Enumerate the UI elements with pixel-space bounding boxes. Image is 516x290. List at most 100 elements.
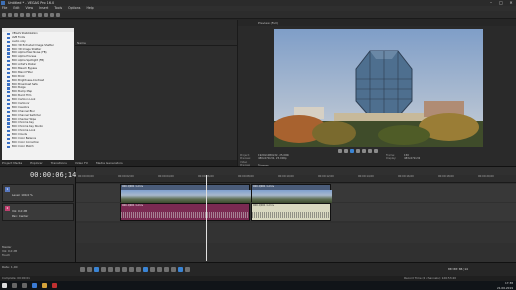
preview-quality-select[interactable]: Preview (Full) (258, 20, 278, 26)
loop-icon[interactable] (338, 149, 342, 153)
ruler-tick-label: 00:00:18;00 (438, 175, 454, 178)
play-icon[interactable] (94, 267, 99, 272)
fx-tree-item-label: BCC Alpha Process (12, 55, 37, 59)
play-from-start-icon[interactable] (344, 149, 348, 153)
ruler-tick-label: 00:00:12;00 (318, 175, 334, 178)
fx-plugin-icon (7, 48, 10, 51)
vegas-window: Untitled * - VEGAS Pro 16.0 – □ ✕ File E… (0, 0, 516, 290)
audio-clip-selected[interactable]: 000-Q001 1.mov (251, 203, 331, 221)
file-explorer-icon[interactable] (42, 283, 47, 288)
split-icon[interactable] (164, 267, 169, 272)
go-end-icon[interactable] (122, 267, 127, 272)
new-icon[interactable] (2, 13, 6, 17)
next-frame-icon[interactable] (136, 267, 141, 272)
main-toolbar (0, 11, 516, 19)
video-preview-panel: Preview (Full) Project: 1920x1080x32, 25… (237, 20, 516, 167)
vegas-taskbar-icon[interactable] (52, 283, 57, 288)
time-ruler[interactable]: 00:00:00;00 00:00:02;00 00:00:04;00 00:00:0… (76, 175, 516, 183)
play-icon[interactable] (350, 149, 354, 153)
fx-plugin-icon (7, 71, 10, 74)
fx-plugin-icon (7, 79, 10, 82)
trim-icon[interactable] (171, 267, 176, 272)
transport-bar: Rate: 1,00 00:00:06;14 (0, 262, 516, 276)
system-clock[interactable]: 17:38 21.06.2019 (497, 281, 513, 290)
loop-icon[interactable] (87, 267, 92, 272)
fx-tree-item-label: Audio only (12, 39, 26, 43)
timeline-area[interactable]: 00:00:00;00 00:00:02;00 00:00:04;00 00:00:0… (76, 167, 516, 263)
envelope-tool-icon[interactable] (150, 267, 155, 272)
windows-start-icon[interactable] (2, 283, 7, 288)
record-icon[interactable] (80, 267, 85, 272)
ruler-tick-label: 00:00:00;00 (78, 175, 94, 178)
video-clip[interactable]: 000-Q001 1.mov (251, 184, 332, 203)
audio-lane[interactable]: 000-Q001 1.mov 000-Q001 1.mov (76, 203, 516, 221)
audio-track-header[interactable]: 2 Vol: 0,0 dB Pan: Center (2, 203, 74, 221)
fx-tree-item-label: BCC Burnt Film (12, 94, 32, 98)
empty-lane[interactable] (76, 223, 516, 243)
video-clip[interactable]: 000-Q001 1.mov (120, 184, 251, 203)
fx-plugin-icon (7, 122, 10, 125)
playhead-cursor[interactable] (206, 175, 207, 261)
video-lane[interactable]: 000-Q001 1.mov 000-Q001 1.mov (76, 184, 516, 203)
ruler-tick-label: 00:00:14;00 (358, 175, 374, 178)
fx-tree-item-label: BCC Color Match (12, 144, 34, 148)
fx-tree-item-label: BCC Color Balance (12, 137, 37, 141)
clip-title: 000-Q001 1.mov (253, 204, 275, 207)
undo-icon[interactable] (50, 13, 54, 17)
properties-icon[interactable] (26, 13, 30, 17)
fx-preview-list: Name (75, 40, 237, 180)
fx-tree-item-label: BCC Chroma Key Studio (12, 125, 43, 129)
timeline-timecode[interactable]: 00:00:06;14 (30, 171, 76, 179)
save-icon[interactable] (14, 13, 18, 17)
fx-tree-item[interactable]: BCC Color Match (2, 145, 74, 149)
cut-icon[interactable] (32, 13, 36, 17)
audio-clip[interactable]: 000-Q001 1.mov (120, 203, 250, 221)
ruler-tick-label: 00:00:16;00 (398, 175, 414, 178)
fx-tree-item-label: AVB Fonts (12, 35, 25, 39)
prev-frame-icon[interactable] (129, 267, 134, 272)
selection-tool-icon[interactable] (157, 267, 162, 272)
track-volume[interactable]: Vol: 0,0 dB (12, 209, 27, 213)
fx-tree-item-label: BCC Channel Blur (12, 109, 35, 113)
pause-icon[interactable] (101, 267, 106, 272)
prev-frame-icon[interactable] (368, 149, 372, 153)
clip-title: 000-Q001 1.mov (253, 185, 275, 188)
timeline-panel: 00:00:06;14 1 Level: 100,0 % 2 Vol: 0,0 … (0, 166, 516, 263)
clip-thumbnails (252, 190, 332, 203)
fx-tree-item-label: BCC Chroma Look (12, 129, 36, 133)
render-icon[interactable] (20, 13, 24, 17)
fx-tree-item-label: BCC Brick (12, 74, 25, 78)
task-view-icon[interactable] (22, 283, 27, 288)
pause-icon[interactable] (356, 149, 360, 153)
paste-icon[interactable] (44, 13, 48, 17)
fx-plugin-icon (7, 95, 10, 98)
fx-tree-item-label: BCC Alpha Pixel Noise (FB) (12, 51, 47, 55)
master-touch[interactable]: Touch (2, 253, 74, 257)
fx-tree-item-label: BCC 3D Extruded Image Shatter (12, 43, 54, 47)
open-icon[interactable] (8, 13, 12, 17)
stop-icon[interactable] (362, 149, 366, 153)
stop-icon[interactable] (108, 267, 113, 272)
snapping-icon[interactable] (178, 267, 183, 272)
browser-icon[interactable] (32, 283, 37, 288)
track-pan[interactable]: Pan: Center (12, 214, 28, 218)
track-headers: 00:00:06;14 1 Level: 100,0 % 2 Vol: 0,0 … (0, 167, 76, 263)
redo-icon[interactable] (56, 13, 60, 17)
fx-tree-item-label: BCC Alpha Spotlight (FB) (12, 59, 45, 63)
normal-edit-tool-icon[interactable] (143, 267, 148, 272)
ruler-tick-label: 00:00:20;00 (478, 175, 494, 178)
fx-tree-item-label: BCC Brightness-Contrast (12, 78, 45, 82)
next-frame-icon[interactable] (374, 149, 378, 153)
go-start-icon[interactable] (115, 267, 120, 272)
search-icon[interactable] (12, 283, 17, 288)
copy-icon[interactable] (38, 13, 42, 17)
fx-plugin-icon (7, 91, 10, 94)
ruler-tick-label: 00:00:02;00 (118, 175, 134, 178)
video-track-header[interactable]: 1 Level: 100,0 % (2, 184, 74, 202)
playback-rate[interactable]: Rate: 1,00 (2, 265, 18, 269)
fx-tree-item-label: BCC Blend Filter (12, 70, 33, 74)
fx-plugin-icon (7, 36, 10, 39)
auto-ripple-icon[interactable] (185, 267, 190, 272)
track-level[interactable]: Level: 100,0 % (12, 193, 33, 197)
waveform (252, 212, 330, 218)
